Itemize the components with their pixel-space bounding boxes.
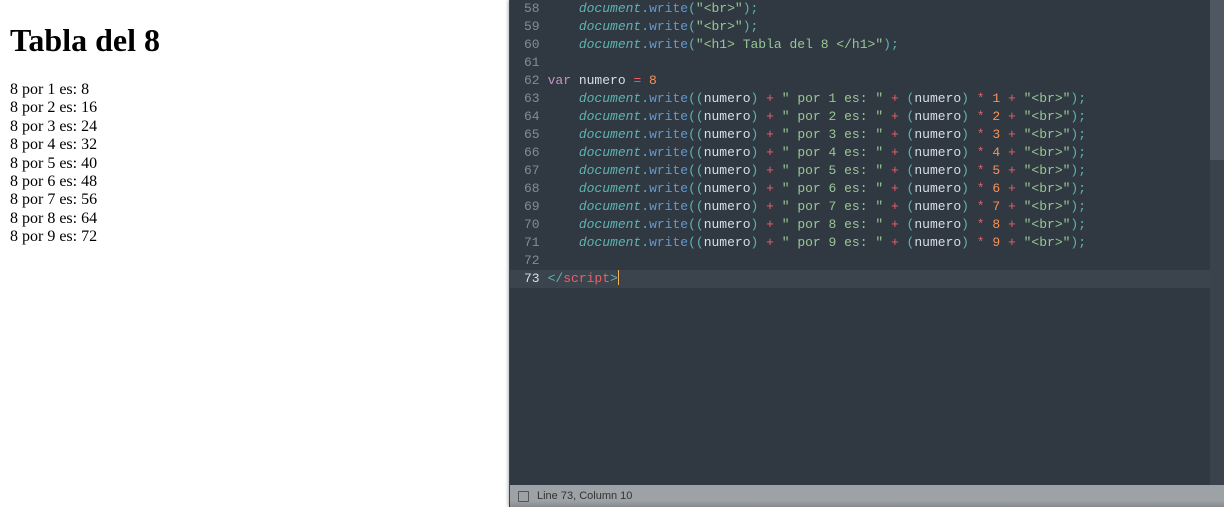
output-lines: 8 por 1 es: 88 por 2 es: 168 por 3 es: 2… [10, 81, 499, 247]
line-number: 72 [524, 252, 540, 270]
line-number-gutter: 58596061626364656667686970717273 [510, 0, 548, 485]
code-line[interactable]: document.write((numero) + " por 1 es: " … [548, 90, 1224, 108]
code-line[interactable]: document.write((numero) + " por 2 es: " … [548, 108, 1224, 126]
output-line: 8 por 5 es: 40 [10, 155, 499, 173]
line-number: 67 [524, 162, 540, 180]
line-number: 71 [524, 234, 540, 252]
output-line: 8 por 1 es: 8 [10, 81, 499, 99]
code-editor-pane: 58596061626364656667686970717273 documen… [509, 0, 1224, 507]
line-number: 69 [524, 198, 540, 216]
cursor-position-status: Line 73, Column 10 [537, 490, 632, 502]
editor-body[interactable]: 58596061626364656667686970717273 documen… [510, 0, 1224, 485]
code-line[interactable]: document.write((numero) + " por 9 es: " … [548, 234, 1224, 252]
code-line[interactable]: document.write((numero) + " por 6 es: " … [548, 180, 1224, 198]
output-line: 8 por 2 es: 16 [10, 99, 499, 117]
line-number: 59 [524, 18, 540, 36]
line-number: 62 [524, 72, 540, 90]
page-title: Tabla del 8 [10, 22, 499, 59]
line-number: 61 [524, 54, 540, 72]
code-line[interactable]: document.write((numero) + " por 7 es: " … [548, 198, 1224, 216]
output-line: 8 por 7 es: 56 [10, 191, 499, 209]
output-line: 8 por 4 es: 32 [10, 136, 499, 154]
line-number: 68 [524, 180, 540, 198]
code-area[interactable]: document.write("<br>"); document.write("… [548, 0, 1224, 485]
line-number: 64 [524, 108, 540, 126]
code-line[interactable]: document.write((numero) + " por 5 es: " … [548, 162, 1224, 180]
code-line[interactable] [548, 252, 1224, 270]
code-line[interactable]: document.write((numero) + " por 8 es: " … [548, 216, 1224, 234]
line-number: 63 [524, 90, 540, 108]
text-cursor [618, 270, 619, 285]
line-number: 60 [524, 36, 540, 54]
vertical-scrollbar[interactable] [1210, 0, 1224, 485]
output-line: 8 por 9 es: 72 [10, 228, 499, 246]
code-line[interactable] [548, 54, 1224, 72]
line-number: 66 [524, 144, 540, 162]
scroll-thumb[interactable] [1210, 0, 1224, 160]
line-number: 70 [524, 216, 540, 234]
panel-icon[interactable] [518, 491, 529, 502]
line-number: 65 [524, 126, 540, 144]
code-line[interactable]: document.write((numero) + " por 4 es: " … [548, 144, 1224, 162]
browser-output-pane: Tabla del 8 8 por 1 es: 88 por 2 es: 168… [0, 0, 509, 507]
code-line[interactable]: document.write("<br>"); [548, 0, 1224, 18]
code-line[interactable]: document.write((numero) + " por 3 es: " … [548, 126, 1224, 144]
code-line[interactable]: var numero = 8 [548, 72, 1224, 90]
status-bar: Line 73, Column 10 [510, 485, 1224, 507]
code-line[interactable]: document.write("<br>"); [548, 18, 1224, 36]
line-number: 73 [510, 270, 548, 288]
line-number: 58 [524, 0, 540, 18]
output-line: 8 por 6 es: 48 [10, 173, 499, 191]
code-line[interactable]: document.write("<h1> Tabla del 8 </h1>")… [548, 36, 1224, 54]
output-line: 8 por 8 es: 64 [10, 210, 499, 228]
output-line: 8 por 3 es: 24 [10, 118, 499, 136]
code-line[interactable]: </script> [548, 270, 1224, 288]
